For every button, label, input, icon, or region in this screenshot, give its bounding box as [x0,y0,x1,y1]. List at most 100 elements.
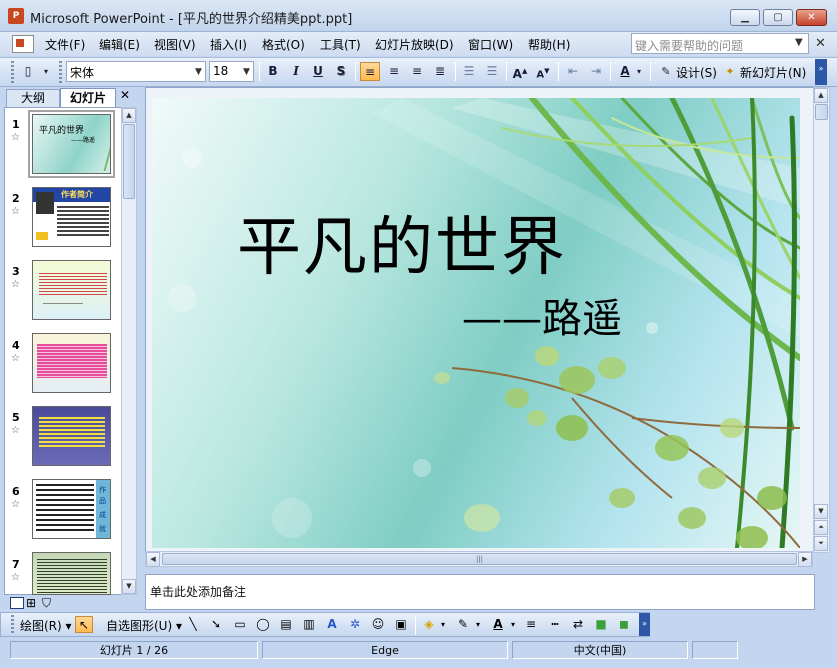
minimize-button[interactable]: ▁ [730,9,760,26]
bullet-list-icon[interactable]: ☰ [482,62,502,81]
menu-window[interactable]: 窗口(W) [468,36,513,53]
slide-subtitle[interactable]: ——路遥 [462,286,622,344]
slide-sorter-icon[interactable]: ⊞ [26,596,36,610]
rectangle-icon[interactable]: ▭ [231,616,249,633]
oval-icon[interactable]: ◯ [254,616,272,633]
select-cursor-icon[interactable]: ↖ [75,616,93,633]
menu-view[interactable]: 视图(V) [154,36,196,53]
scroll-thumb[interactable]: ||| [162,553,797,565]
tab-slides[interactable]: 幻灯片 [60,88,116,108]
scroll-up-icon[interactable]: ▲ [122,108,136,123]
align-left-icon[interactable]: ≡ [360,62,380,81]
increase-font-icon[interactable]: A▲ [510,62,530,81]
close-document-icon[interactable]: ✕ [815,36,826,51]
underline-button[interactable]: U [308,62,328,81]
menu-edit[interactable]: 编辑(E) [99,36,140,53]
scroll-right-icon[interactable]: ▶ [798,552,812,567]
new-slide-button[interactable]: 新幻灯片(N) [740,64,806,81]
increase-indent-icon[interactable]: ⇥ [586,62,606,81]
normal-view-icon[interactable] [10,597,24,609]
font-size-select[interactable]: 18 ▼ [209,61,254,82]
font-color-icon[interactable]: A [489,616,507,633]
slide-thumbnail-4[interactable] [32,333,111,393]
shadow-style-icon[interactable]: ■ [592,616,610,633]
new-slide-icon[interactable]: ✦ [720,62,740,81]
textbox-icon[interactable]: ▤ [277,616,295,633]
numbered-list-icon[interactable]: ☰ [459,62,479,81]
distribute-icon[interactable]: ≣ [430,62,450,81]
menu-insert[interactable]: 插入(I) [210,36,247,53]
3d-style-icon[interactable]: ◼ [615,616,633,633]
chevron-down-icon[interactable]: ▼ [795,37,803,48]
bold-button[interactable]: B [263,62,283,81]
decrease-font-icon[interactable]: A▼ [533,62,553,81]
slide-thumbnail-1[interactable]: 平凡的世界 ——路遥 [32,114,111,174]
slide-thumbnail-2[interactable]: 作者简介 [32,187,111,247]
close-window-button[interactable]: ✕ [796,9,827,26]
vertical-textbox-icon[interactable]: ▥ [300,616,318,633]
menu-file[interactable]: 文件(F) [45,36,85,53]
align-center-icon[interactable]: ≡ [384,62,404,81]
close-icon[interactable]: ✕ [120,88,130,102]
toolbar-options-icon[interactable]: » [639,613,650,636]
arrow-style-icon[interactable]: ⇄ [569,616,587,633]
menu-slideshow[interactable]: 幻灯片放映(D) [375,36,454,53]
document-icon[interactable] [12,35,34,53]
draw-menu-button[interactable]: 绘图(R) ▾ [20,617,72,634]
shadow-button[interactable]: S [331,62,351,81]
thumbnail-scrollbar[interactable]: ▲ ▼ [121,107,137,595]
powerpoint-app-icon[interactable]: P [8,8,24,24]
tab-outline[interactable]: 大纲 [6,89,60,107]
menu-help[interactable]: 帮助(H) [528,36,570,53]
scroll-down-icon[interactable]: ▼ [814,504,828,519]
design-icon[interactable]: ✎ [656,62,676,81]
font-color-button[interactable]: A [615,62,635,81]
slideshow-icon[interactable]: ⛉ [42,596,51,611]
line-style-icon[interactable]: ≡ [522,616,540,633]
next-slide-icon[interactable]: ⏷ [814,536,828,551]
scroll-thumb[interactable] [815,104,828,120]
chevron-down-icon[interactable]: ▾ [438,616,448,633]
previous-slide-icon[interactable]: ⏶ [814,520,828,535]
slide-title[interactable]: 平凡的世界 [237,196,567,288]
help-search-input[interactable]: 键入需要帮助的问题 [631,33,809,54]
italic-button[interactable]: I [286,62,306,81]
toolbar-grip[interactable] [11,615,14,633]
fill-color-icon[interactable]: ◈ [420,616,438,633]
chevron-down-icon[interactable]: ▼ [195,67,202,77]
decrease-indent-icon[interactable]: ⇤ [563,62,583,81]
line-color-icon[interactable]: ✎ [454,616,472,633]
scroll-left-icon[interactable]: ◀ [146,552,160,567]
autoshapes-button[interactable]: 自选图形(U) ▾ [106,617,182,634]
slide-canvas[interactable]: 平凡的世界 ——路遥 [152,98,800,548]
scroll-down-icon[interactable]: ▼ [122,579,136,594]
align-right-icon[interactable]: ≡ [407,62,427,81]
slide-vertical-scrollbar[interactable]: ▲ ▼ ⏶ ⏷ [813,87,830,553]
design-button[interactable]: 设计(S) [676,64,717,81]
font-name-select[interactable]: 宋体 ▼ [66,61,206,82]
toolbar-options-icon[interactable]: ▾ [40,62,52,81]
scroll-thumb[interactable] [123,124,135,199]
scroll-up-icon[interactable]: ▲ [814,88,828,103]
line-icon[interactable]: ╲ [184,616,202,633]
chevron-down-icon[interactable]: ▾ [634,62,644,81]
chevron-down-icon[interactable]: ▾ [508,616,518,633]
slide-thumbnail-5[interactable] [32,406,111,466]
toolbar-options-icon[interactable]: » [815,59,827,85]
chevron-down-icon[interactable]: ▼ [243,67,250,77]
arrow-icon[interactable]: ➘ [207,616,225,633]
slide-thumbnail-3[interactable] [32,260,111,320]
new-document-icon[interactable]: ▯ [18,62,38,81]
toolbar-grip[interactable] [11,61,14,83]
notes-pane[interactable]: 单击此处添加备注 [145,574,815,610]
slide-thumbnail-6[interactable]: 作 品 成 就 [32,479,111,539]
slide-horizontal-scrollbar[interactable]: ◀ ||| ▶ [145,551,813,567]
menu-format[interactable]: 格式(O) [262,36,305,53]
maximize-button[interactable]: ▢ [763,9,793,26]
menu-tools[interactable]: 工具(T) [320,36,361,53]
wordart-icon[interactable]: A [323,616,341,633]
slide-thumbnail-7[interactable] [32,552,111,595]
diagram-icon[interactable]: ✲ [346,616,364,633]
slide-editing-area[interactable]: 平凡的世界 ——路遥 [145,87,815,553]
clipart-icon[interactable]: ☺ [369,616,387,633]
